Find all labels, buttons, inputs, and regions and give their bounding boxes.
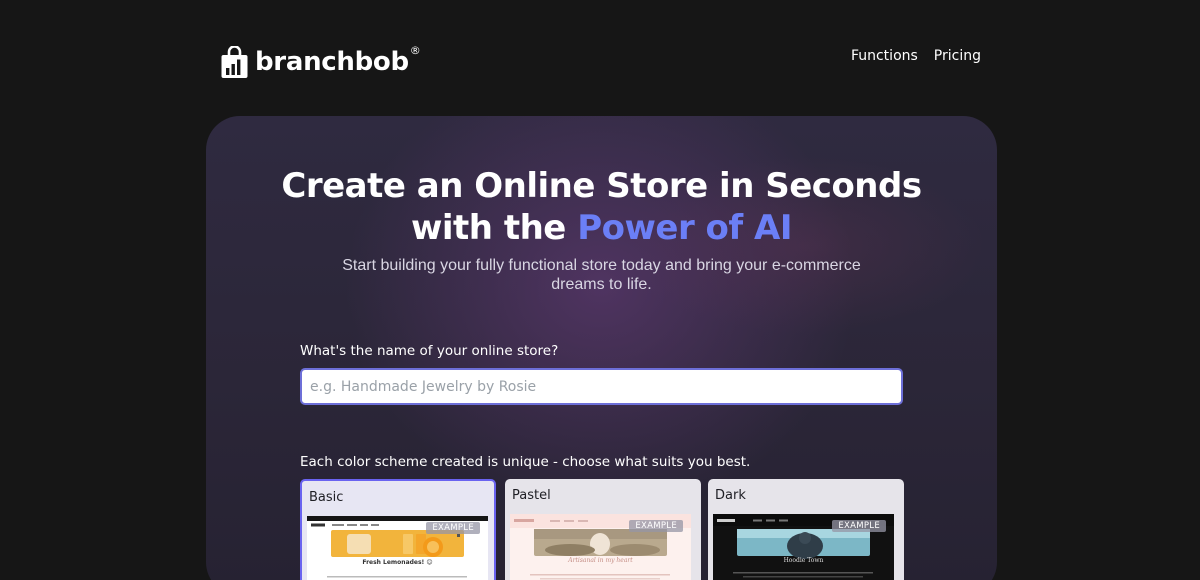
registered-mark: ® [409,43,421,57]
store-name-input[interactable] [300,368,903,405]
store-name-label: What's the name of your online store? [300,343,559,359]
scheme-name: Dark [715,488,746,503]
main-nav: Functions Pricing [851,48,981,64]
shopping-bag-logo-icon [221,46,248,78]
example-badge: EXAMPLE [426,522,480,534]
hero-subtitle: Start building your fully functional sto… [342,257,861,293]
top-bar: branchbob ® Functions Pricing [0,0,1200,110]
nav-link-pricing[interactable]: Pricing [934,48,981,64]
scheme-name: Basic [309,490,344,505]
scheme-name: Pastel [512,488,551,503]
title-accent: Power of AI [577,208,793,248]
preview-caption: Artisanal in my heart [568,557,633,564]
scheme-card-dark[interactable]: Dark Hoodie Town EXAMPLE [708,479,904,580]
scheme-card-basic[interactable]: Basic Fresh Lemonades! 😊 EXAMPLE [300,479,496,580]
scheme-card-pastel[interactable]: Pastel Artisanal in my heart EXAMPLE [505,479,701,580]
title-line-1: Create an Online Store in Seconds [281,166,922,206]
example-badge: EXAMPLE [629,520,683,532]
brand-logo[interactable]: branchbob ® [221,43,421,78]
hero-panel: Create an Online Store in Seconds with t… [206,116,997,580]
scheme-preview-basic: Fresh Lemonades! 😊 EXAMPLE [307,516,488,580]
nav-link-functions[interactable]: Functions [851,48,918,64]
scheme-preview-dark: Hoodie Town EXAMPLE [713,514,894,580]
title-line-2-prefix: with the [410,208,578,248]
brand-name: branchbob [255,47,409,77]
example-badge: EXAMPLE [832,520,886,532]
color-scheme-label: Each color scheme created is unique - ch… [300,454,751,470]
preview-caption: Fresh Lemonades! 😊 [362,559,433,566]
scheme-preview-pastel: Artisanal in my heart EXAMPLE [510,514,691,580]
preview-caption: Hoodie Town [783,557,824,564]
page-title: Create an Online Store in Seconds with t… [206,165,997,249]
